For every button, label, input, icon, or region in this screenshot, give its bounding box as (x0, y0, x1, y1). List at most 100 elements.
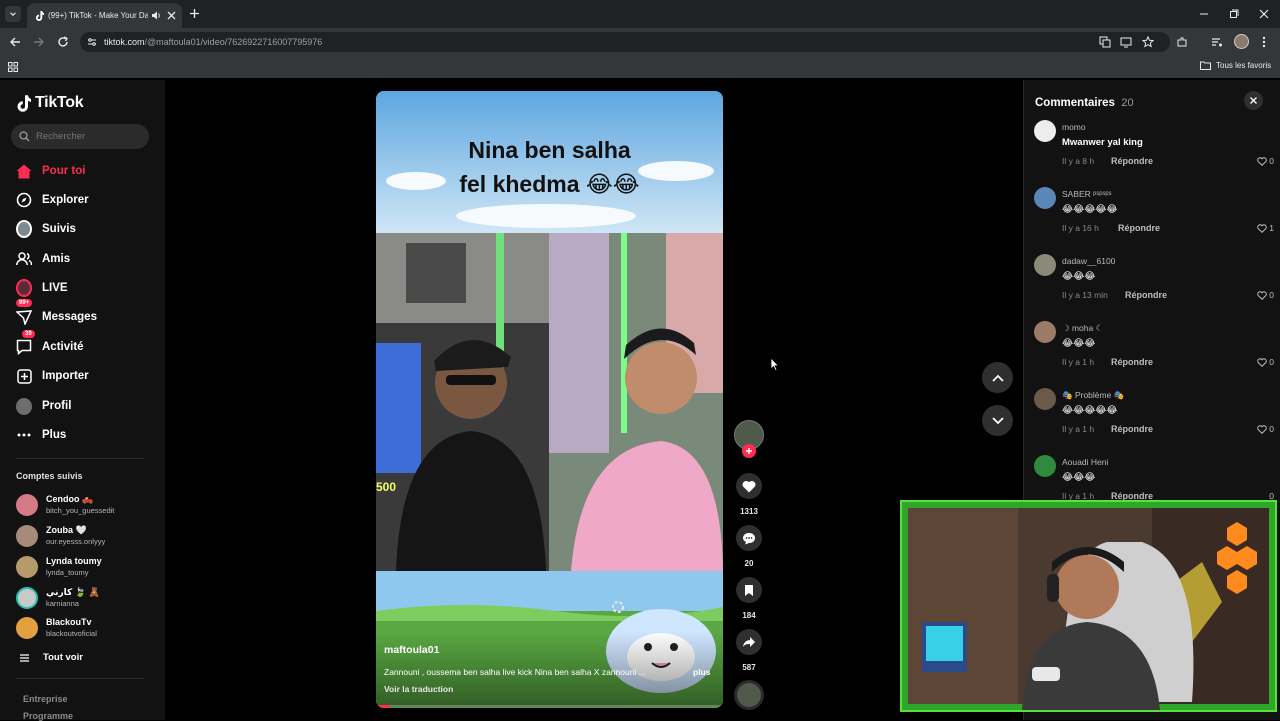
reply-button[interactable]: Répondre (1118, 223, 1160, 233)
nav-messages[interactable]: Messages 99+ (16, 299, 97, 328)
followed-account[interactable]: كارني 🍃 🧸 karnianna (16, 585, 156, 611)
restore-icon[interactable] (1229, 9, 1239, 19)
account-name: BlackouTv (46, 617, 92, 627)
extensions-icon[interactable] (1176, 36, 1188, 48)
reply-button[interactable]: Répondre (1111, 357, 1153, 367)
reply-button[interactable]: Répondre (1111, 424, 1153, 434)
comment-time: Il y a 1 h (1062, 357, 1095, 367)
comment-time: Il y a 13 min (1062, 290, 1108, 300)
comment-username[interactable]: SABER ᵖˢᵖˢᵖˢ (1062, 189, 1111, 199)
comment-like-button[interactable]: 0 (1257, 357, 1274, 367)
tab-search-button[interactable] (5, 6, 21, 22)
video-player[interactable]: Nina ben salha fel khedma 😂😂 500 maftoul… (376, 91, 723, 708)
account-name: كارني 🍃 🧸 (46, 587, 100, 597)
comment-username[interactable]: dadaw__6100 (1062, 256, 1115, 266)
search-box[interactable] (11, 124, 149, 149)
comment-item: momo Mwanwer yal king Il y a 8 h Répondr… (1034, 120, 1274, 180)
comment-username[interactable]: ☽ moha ☾ (1062, 323, 1103, 334)
nav-following[interactable]: Suivis (16, 218, 76, 240)
media-control-icon[interactable] (1211, 36, 1223, 48)
account-username: bitch_you_guessedit (46, 506, 115, 515)
like-count: 1313 (740, 507, 758, 516)
save-button[interactable] (736, 577, 762, 603)
comment-like-button[interactable]: 0 (1257, 156, 1274, 166)
avatar[interactable] (1034, 455, 1056, 477)
see-all-button[interactable]: Tout voir (20, 652, 83, 663)
all-bookmarks-button[interactable]: Tous les favoris (1200, 61, 1271, 70)
search-input[interactable] (36, 129, 141, 144)
close-icon (1250, 97, 1257, 104)
music-disc-avatar[interactable] (734, 680, 764, 710)
comment-like-button[interactable]: 0 (1257, 424, 1274, 434)
site-info-icon[interactable] (87, 37, 97, 47)
close-tab-icon[interactable] (167, 11, 176, 20)
next-video-button[interactable] (982, 405, 1013, 436)
video-progress-bar[interactable] (376, 705, 723, 708)
avatar[interactable] (1034, 321, 1056, 343)
tab-title: (99+) TikTok - Make Your Da (48, 11, 148, 20)
back-icon[interactable] (9, 36, 21, 48)
comment-button[interactable] (736, 525, 762, 551)
webcam-overlay (900, 500, 1277, 712)
nav-profile[interactable]: Profil (16, 395, 71, 417)
comment-like-button[interactable]: 0 (1257, 290, 1274, 300)
nav-explore[interactable]: Explorer (16, 189, 89, 211)
avatar[interactable] (1034, 120, 1056, 142)
comment-like-count: 0 (1269, 290, 1274, 300)
minimize-icon[interactable] (1199, 9, 1209, 19)
heart-outline-icon (1257, 424, 1268, 434)
apps-grid-icon[interactable] (8, 62, 18, 72)
share-count: 587 (742, 663, 756, 672)
speaker-icon[interactable] (151, 11, 161, 20)
nav-upload[interactable]: Importer (16, 365, 89, 387)
comment-item: ☽ moha ☾ 😂😂😂 Il y a 1 h Répondre 0 (1034, 321, 1274, 381)
see-translation-link[interactable]: Voir la traduction (384, 684, 453, 694)
reload-icon[interactable] (57, 36, 69, 48)
comments-title: Commentaires (1035, 97, 1115, 109)
nav-more[interactable]: Plus (16, 424, 66, 446)
browser-toolbar: tiktok.com/@maftoula01/video/76269227160… (0, 28, 1280, 56)
browser-tab-bar: (99+) TikTok - Make Your Da (0, 0, 1280, 28)
video-overlay-number: 500 (376, 480, 397, 494)
nav-for-you[interactable]: Pour toi (16, 160, 85, 182)
address-bar[interactable]: tiktok.com/@maftoula01/video/76269227160… (80, 32, 1170, 52)
avatar (16, 556, 38, 578)
nav-activity[interactable]: Activité 39 (16, 330, 84, 358)
reply-button[interactable]: Répondre (1125, 290, 1167, 300)
new-tab-icon[interactable] (189, 8, 200, 19)
followed-account[interactable]: BlackouTv blackoutvoficial (16, 615, 156, 641)
share-button[interactable] (736, 629, 762, 655)
comment-username[interactable]: 🎭 Problème 🎭 (1062, 390, 1124, 401)
comment-like-button[interactable]: 1 (1257, 223, 1274, 233)
nav-live[interactable]: LIVE (16, 277, 68, 299)
comment-username[interactable]: momo (1062, 122, 1086, 132)
followed-account[interactable]: Zouba 🤍 our.eyesss.onlyyy (16, 523, 156, 549)
forward-icon[interactable] (33, 36, 45, 48)
like-button[interactable] (736, 473, 762, 499)
url-domain: tiktok.com (104, 37, 145, 47)
bookmark-star-icon[interactable] (1142, 36, 1154, 48)
translate-icon[interactable] (1099, 36, 1111, 48)
close-window-icon[interactable] (1259, 9, 1269, 19)
chevron-down-icon (991, 416, 1004, 424)
tiktok-logo[interactable]: TikTok (16, 94, 84, 112)
follow-plus-button[interactable] (742, 444, 756, 458)
video-author[interactable]: maftoula01 (384, 644, 439, 656)
avatar[interactable] (1034, 388, 1056, 410)
avatar[interactable] (1034, 187, 1056, 209)
footer-link-business[interactable]: Entreprise (23, 694, 68, 704)
close-comments-button[interactable] (1244, 91, 1263, 110)
reply-button[interactable]: Répondre (1111, 156, 1153, 166)
followed-account[interactable]: Cendoo 🛻 bitch_you_guessedit (16, 492, 156, 518)
video-description-more[interactable]: plus (693, 667, 710, 677)
nav-label-more: Plus (42, 429, 67, 441)
profile-avatar[interactable] (1234, 34, 1249, 49)
previous-video-button[interactable] (982, 362, 1013, 393)
cast-icon[interactable] (1120, 36, 1132, 48)
menu-kebab-icon[interactable] (1262, 36, 1266, 48)
browser-tab-active[interactable]: (99+) TikTok - Make Your Da (27, 3, 182, 28)
nav-friends[interactable]: Amis (16, 248, 70, 270)
comment-username[interactable]: Aouadi Heni (1062, 457, 1108, 467)
avatar[interactable] (1034, 254, 1056, 276)
followed-account[interactable]: Lynda toumy lynda_toumy (16, 554, 156, 580)
